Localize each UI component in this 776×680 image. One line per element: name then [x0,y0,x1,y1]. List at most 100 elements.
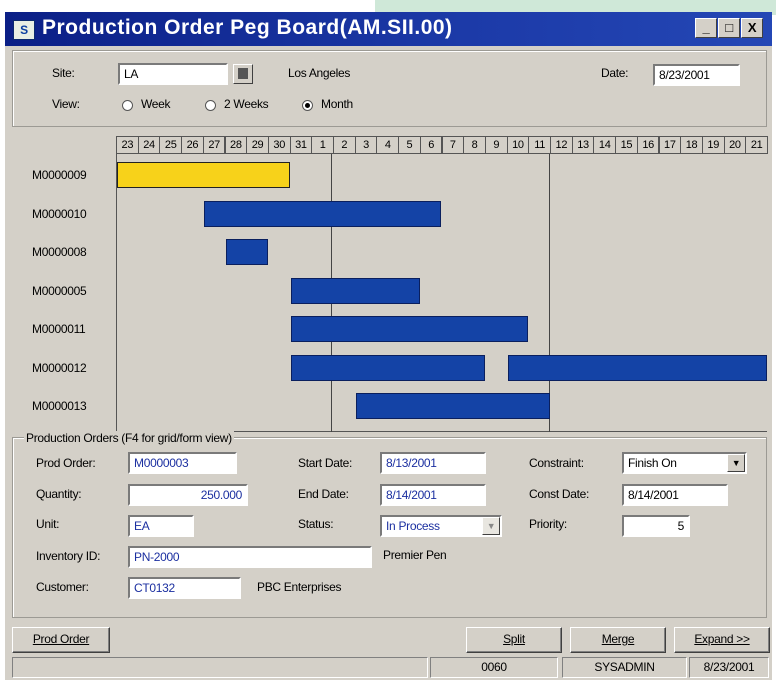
day-header: 16 [636,136,660,154]
order-bar[interactable] [507,354,767,381]
order-bar[interactable] [290,354,485,381]
day-header: 31 [289,136,313,154]
day-header: 18 [680,136,703,154]
merge-button-label: Merge [601,632,635,646]
day-header: 30 [267,136,291,154]
merge-button[interactable]: Merge [570,627,666,653]
priority-input[interactable]: 5 [622,515,690,537]
order-bar[interactable] [225,239,268,265]
day-header: 26 [181,136,204,154]
day-header: 29 [246,136,269,154]
order-bar[interactable] [355,393,550,419]
order-bar[interactable] [290,316,529,342]
expand-button-label: Expand >> [694,632,750,646]
close-button[interactable]: X [741,18,763,38]
const-date-input[interactable]: 8/14/2001 [622,484,728,506]
day-header: 23 [116,136,139,154]
site-input[interactable]: LA [118,63,228,85]
day-header: 11 [528,136,551,154]
view-week-label[interactable]: Week [141,97,171,111]
customer-label: Customer: [36,580,89,594]
order-row-label[interactable]: M0000011 [32,322,86,336]
order-row-label[interactable]: M0000008 [32,245,87,259]
view-2weeks-radio[interactable] [205,100,216,111]
view-week-radio[interactable] [122,100,133,111]
day-header: 13 [571,136,595,154]
date-field[interactable]: 8/23/2001 [653,64,740,86]
start-date-label: Start Date: [298,456,353,470]
status-company: 0060 [430,657,558,678]
end-date-label: End Date: [298,487,349,501]
prod-order-button-label: Prod Order [32,632,90,646]
constraint-label: Constraint: [529,456,584,470]
unit-label: Unit: [36,517,60,531]
site-lookup-button[interactable] [233,64,253,84]
view-month-label[interactable]: Month [321,97,353,111]
start-date-input[interactable]: 8/13/2001 [380,452,486,474]
gantt-chart [116,154,767,432]
order-row-label[interactable]: M0000010 [32,207,87,221]
status-label: Status: [298,517,334,531]
day-header: 27 [202,136,226,154]
const-date-label: Const Date: [529,487,590,501]
site-label: Site: [52,66,75,80]
day-header: 14 [593,136,617,154]
day-header: 12 [550,136,573,154]
day-header: 28 [224,136,248,154]
chevron-down-icon[interactable]: ▼ [482,517,500,535]
day-header: 10 [506,136,530,154]
inventory-id-label: Inventory ID: [36,549,101,563]
expand-button[interactable]: Expand >> [674,627,770,653]
quantity-input[interactable]: 250.000 [128,484,248,506]
order-bar[interactable] [117,162,290,188]
unit-input[interactable]: EA [128,515,194,537]
order-row-label[interactable]: M0000013 [32,399,87,413]
week-divider [549,154,550,432]
header-group [12,50,767,127]
day-header: 20 [723,136,747,154]
prod-order-input[interactable]: M0000003 [128,452,237,474]
order-bar[interactable] [290,277,420,304]
customer-input[interactable]: CT0132 [128,577,241,599]
inventory-id-input[interactable]: PN-2000 [128,546,372,568]
maximize-button[interactable]: □ [718,18,740,38]
date-label: Date: [601,66,629,80]
chevron-down-icon[interactable]: ▼ [727,454,745,472]
day-header: 6 [419,136,443,154]
day-header: 19 [701,136,725,154]
order-row-label[interactable]: M0000005 [32,284,87,298]
inventory-description: Premier Pen [383,548,447,562]
day-header: 1 [311,136,334,154]
day-header: 2 [333,136,356,154]
day-header: 15 [615,136,638,154]
site-name: Los Angeles [288,66,351,80]
split-button[interactable]: Split [466,627,562,653]
lookup-icon [238,68,248,79]
order-row-label[interactable]: M0000009 [32,168,87,182]
day-header: 24 [137,136,161,154]
view-month-radio[interactable] [302,100,313,111]
minimize-button[interactable]: _ [695,18,717,38]
day-header: 25 [159,136,183,154]
app-icon: S [13,20,35,40]
window-title: Production Order Peg Board(AM.SII.00) [42,16,453,39]
day-header: 5 [398,136,421,154]
priority-label: Priority: [529,517,567,531]
view-2weeks-label[interactable]: 2 Weeks [224,97,269,111]
prod-order-label: Prod Order: [36,456,96,470]
order-bar[interactable] [203,200,442,227]
day-header: 7 [441,136,465,154]
quantity-label: Quantity: [36,487,82,501]
split-button-label: Split [503,632,525,646]
status-user: SYSADMIN [562,657,687,678]
customer-name: PBC Enterprises [257,580,342,594]
day-header: 9 [484,136,508,154]
order-row-label[interactable]: M0000012 [32,361,87,375]
day-header: 17 [658,136,682,154]
day-header: 8 [463,136,486,154]
view-label: View: [52,97,80,111]
day-header: 21 [745,136,768,154]
prod-order-button[interactable]: Prod Order [12,627,110,653]
day-header: 4 [376,136,400,154]
end-date-input[interactable]: 8/14/2001 [380,484,486,506]
